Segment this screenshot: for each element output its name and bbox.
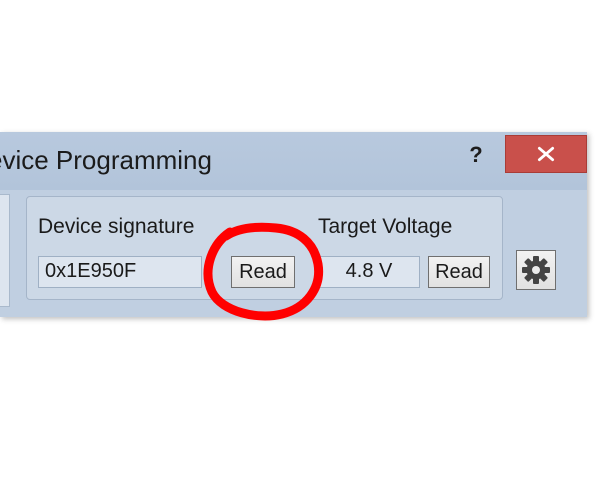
close-icon [537, 146, 555, 162]
help-button[interactable]: ? [462, 140, 490, 170]
read-voltage-button[interactable]: Read [428, 256, 490, 288]
target-voltage-label: Target Voltage [318, 215, 453, 238]
title-bar: evice Programming ? [0, 132, 587, 190]
window-title: evice Programming [0, 145, 212, 175]
close-button[interactable] [505, 135, 587, 173]
gear-icon [522, 256, 550, 284]
left-pane-edge [0, 194, 10, 307]
read-signature-button[interactable]: Read [231, 256, 295, 288]
settings-button[interactable] [516, 250, 556, 290]
device-signature-field: 0x1E950F [38, 256, 202, 288]
device-signature-label: Device signature [38, 215, 195, 238]
target-voltage-field: 4.8 V [318, 256, 420, 288]
